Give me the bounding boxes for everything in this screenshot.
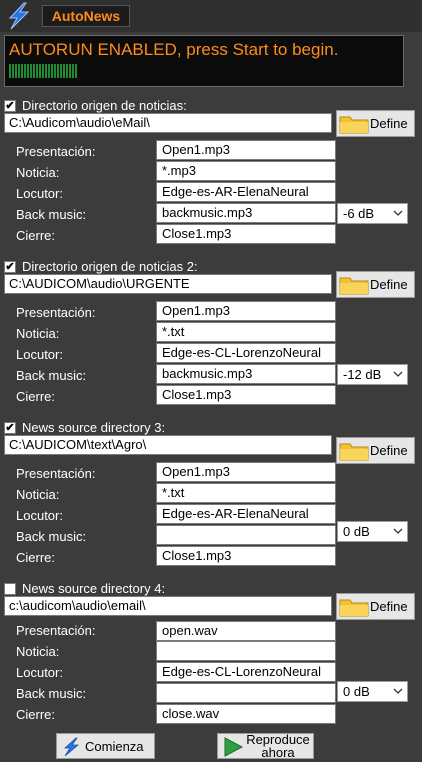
presentacion-field[interactable]: open.wav	[156, 621, 336, 641]
locutor-field[interactable]: Edge-es-CL-LorenzoNeural	[156, 662, 336, 682]
presentacion-label: Presentación:	[16, 144, 96, 159]
status-message: AUTORUN ENABLED, press Start to begin.	[9, 40, 339, 59]
back-music-label: Back music:	[16, 686, 87, 701]
locutor-field[interactable]: Edge-es-AR-ElenaNeural	[156, 182, 336, 202]
start-label: Comienza	[85, 739, 144, 754]
cierre-label: Cierre:	[16, 389, 56, 404]
locutor-label: Locutor:	[16, 665, 63, 680]
volume-dropdown[interactable]: -6 dB	[337, 203, 408, 224]
app-title-tab[interactable]: AutoNews	[42, 5, 130, 27]
noticia-field[interactable]: *.txt	[156, 483, 336, 503]
news-source-section-4: News source directory 4: c:\audicom\audi…	[0, 581, 422, 733]
cierre-label: Cierre:	[16, 550, 56, 565]
news-source-section-2: ✔ Directorio origen de noticias 2: C:\AU…	[0, 259, 422, 411]
locutor-label: Locutor:	[16, 186, 63, 201]
define-label: Define	[370, 443, 408, 458]
folder-icon	[339, 116, 369, 134]
section-title: Directorio origen de noticias 2:	[22, 259, 198, 274]
cierre-field[interactable]: Close1.mp3	[156, 385, 336, 405]
back-music-field[interactable]	[156, 525, 336, 545]
noticia-field[interactable]	[156, 641, 336, 661]
back-music-label: Back music:	[16, 368, 87, 383]
volume-value: 0 dB	[343, 524, 370, 539]
volume-dropdown[interactable]: 0 dB	[337, 521, 408, 542]
play-now-button[interactable]: Reproduce ahora	[217, 733, 314, 759]
locutor-field[interactable]: Edge-es-AR-ElenaNeural	[156, 504, 336, 524]
source-path-field[interactable]: C:\AUDICOM\audio\URGENTE	[4, 274, 332, 294]
define-button[interactable]: Define	[336, 110, 415, 137]
define-label: Define	[370, 277, 408, 292]
cierre-field[interactable]: Close1.mp3	[156, 224, 336, 244]
section-title: News source directory 3:	[22, 420, 166, 435]
presentacion-label: Presentación:	[16, 623, 96, 638]
locutor-label: Locutor:	[16, 508, 63, 523]
status-panel: AUTORUN ENABLED, press Start to begin.	[4, 35, 404, 87]
volume-value: -6 dB	[343, 206, 375, 221]
folder-icon	[339, 443, 369, 461]
section-enable-checkbox[interactable]: ✔	[4, 422, 16, 434]
presentacion-label: Presentación:	[16, 466, 96, 481]
noticia-label: Noticia:	[16, 165, 60, 180]
noticia-field[interactable]: *.mp3	[156, 161, 336, 181]
define-label: Define	[370, 116, 408, 131]
cierre-field[interactable]: close.wav	[156, 704, 336, 724]
title-bar: AutoNews	[0, 0, 422, 32]
source-path-field[interactable]: C:\Audicom\audio\eMail\	[4, 113, 332, 133]
section-title: News source directory 4:	[22, 581, 166, 596]
back-music-field[interactable]: backmusic.mp3	[156, 364, 336, 384]
back-music-field[interactable]: backmusic.mp3	[156, 203, 336, 223]
play-icon	[224, 737, 244, 757]
source-path-field[interactable]: c:\audicom\audio\email\	[4, 596, 332, 616]
cierre-field[interactable]: Close1.mp3	[156, 546, 336, 566]
define-label: Define	[370, 599, 408, 614]
news-source-section-3: ✔ News source directory 3: C:\AUDICOM\te…	[0, 420, 422, 572]
back-music-label: Back music:	[16, 529, 87, 544]
presentacion-field[interactable]: Open1.mp3	[156, 301, 336, 321]
presentacion-field[interactable]: Open1.mp3	[156, 462, 336, 482]
chevron-down-icon	[393, 371, 403, 377]
define-button[interactable]: Define	[336, 437, 415, 464]
noticia-label: Noticia:	[16, 487, 60, 502]
noticia-field[interactable]: *.txt	[156, 322, 336, 342]
cierre-label: Cierre:	[16, 707, 56, 722]
presentacion-label: Presentación:	[16, 305, 96, 320]
lightning-icon	[63, 737, 80, 757]
locutor-label: Locutor:	[16, 347, 63, 362]
chevron-down-icon	[393, 210, 403, 216]
define-button[interactable]: Define	[336, 271, 415, 298]
presentacion-field[interactable]: Open1.mp3	[156, 140, 336, 160]
lightning-logo-icon	[8, 2, 30, 30]
volume-value: -12 dB	[343, 367, 382, 382]
noticia-label: Noticia:	[16, 326, 60, 341]
audio-level-meter	[9, 64, 77, 78]
define-button[interactable]: Define	[336, 593, 415, 620]
folder-icon	[339, 277, 369, 295]
cierre-label: Cierre:	[16, 228, 56, 243]
section-enable-checkbox[interactable]	[4, 583, 16, 595]
start-button[interactable]: Comienza	[56, 733, 155, 759]
locutor-field[interactable]: Edge-es-CL-LorenzoNeural	[156, 343, 336, 363]
volume-dropdown[interactable]: -12 dB	[337, 364, 408, 385]
news-source-section-1: ✔ Directorio origen de noticias: C:\Audi…	[0, 98, 422, 250]
section-enable-checkbox[interactable]: ✔	[4, 261, 16, 273]
section-title: Directorio origen de noticias:	[22, 98, 187, 113]
folder-icon	[339, 599, 369, 617]
play-now-label: Reproduce ahora	[246, 732, 310, 760]
volume-value: 0 dB	[343, 684, 370, 699]
source-path-field[interactable]: C:\AUDICOM\text\Agro\	[4, 435, 332, 455]
back-music-label: Back music:	[16, 207, 87, 222]
chevron-down-icon	[393, 528, 403, 534]
volume-dropdown[interactable]: 0 dB	[337, 681, 408, 702]
noticia-label: Noticia:	[16, 644, 60, 659]
back-music-field[interactable]	[156, 683, 336, 703]
section-enable-checkbox[interactable]: ✔	[4, 100, 16, 112]
chevron-down-icon	[393, 688, 403, 694]
